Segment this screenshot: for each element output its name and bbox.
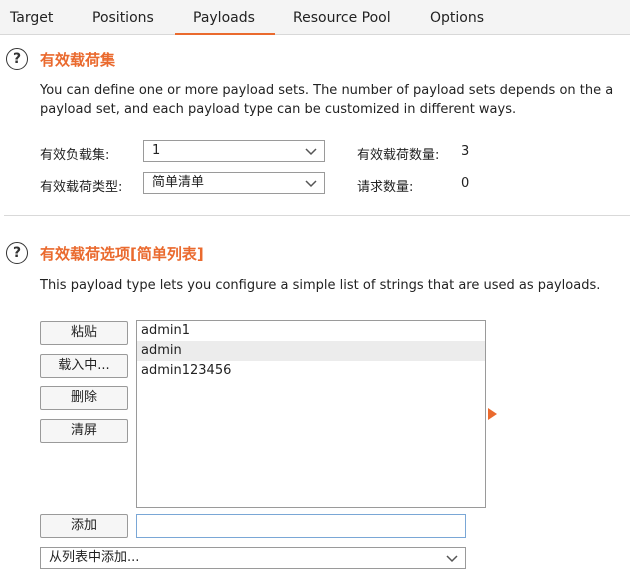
help-icon[interactable]: ?: [6, 242, 28, 264]
payload-type-label: 有效载荷类型:: [40, 180, 123, 195]
payload-set-value: 1: [152, 143, 161, 158]
payload-set-select[interactable]: 1: [143, 140, 325, 162]
chevron-down-icon: [305, 148, 317, 156]
tab-positions[interactable]: Positions: [92, 0, 154, 34]
payload-set-label: 有效负载集:: [40, 148, 110, 163]
payload-count-value: 3: [461, 144, 470, 159]
add-button[interactable]: 添加: [40, 514, 128, 538]
tab-options[interactable]: Options: [430, 0, 484, 34]
payload-type-select[interactable]: 简单清单: [143, 172, 325, 194]
add-from-list-select[interactable]: 从列表中添加...: [40, 547, 466, 569]
tab-payloads[interactable]: Payloads: [175, 0, 275, 35]
tab-bar: Target Positions Payloads Resource Pool …: [0, 0, 630, 35]
load-button[interactable]: 载入中...: [40, 354, 128, 378]
payload-sets-description-line1: You can define one or more payload sets.…: [40, 83, 614, 98]
payload-options-description: This payload type lets you configure a s…: [40, 278, 601, 293]
tab-target[interactable]: Target: [10, 0, 53, 34]
chevron-down-icon: [446, 555, 458, 563]
request-count-label: 请求数量:: [357, 180, 414, 195]
expand-arrow-icon[interactable]: [488, 408, 497, 420]
payload-count-label: 有效载荷数量:: [357, 148, 440, 163]
payload-type-value: 简单清单: [152, 175, 205, 190]
list-item[interactable]: admin1: [137, 321, 485, 341]
section-divider: [4, 215, 630, 216]
add-item-input[interactable]: [136, 514, 466, 538]
tab-resource-pool[interactable]: Resource Pool: [293, 0, 391, 34]
payload-sets-title: 有效载荷集: [40, 51, 116, 69]
help-icon[interactable]: ?: [6, 48, 28, 70]
chevron-down-icon: [305, 180, 317, 188]
list-item[interactable]: admin123456: [137, 361, 485, 381]
add-from-list-value: 从列表中添加...: [49, 550, 140, 565]
list-item[interactable]: admin: [137, 341, 485, 361]
payload-options-title: 有效载荷选项[简单列表]: [40, 245, 204, 263]
payload-sets-description-line2: payload set, and each payload type can b…: [40, 102, 517, 117]
paste-button[interactable]: 粘贴: [40, 321, 128, 345]
payload-list[interactable]: admin1 admin admin123456: [136, 320, 486, 508]
remove-button[interactable]: 删除: [40, 386, 128, 410]
request-count-value: 0: [461, 176, 470, 191]
clear-button[interactable]: 清屏: [40, 419, 128, 443]
